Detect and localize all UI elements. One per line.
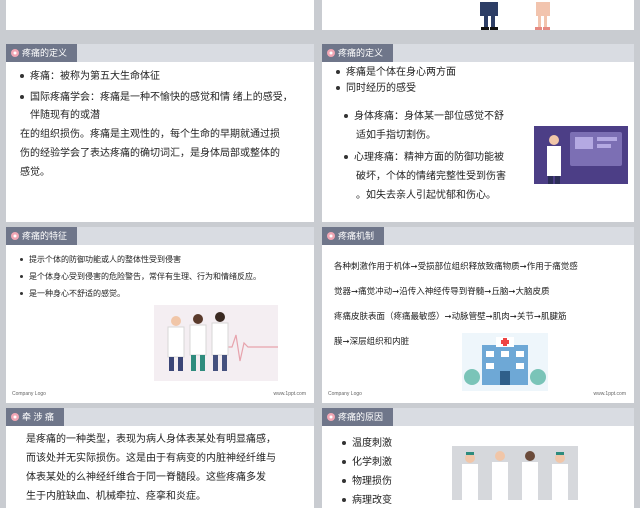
slide-header: 牵 涉 痛 [6, 408, 314, 426]
bullet-line: 心理疼痛：精神方面的防御功能被 [344, 149, 504, 166]
slide-definition-2: 疼痛的定义 疼痛是个体在身心两方面 同时经历的感受 身体疼痛：身体某一部位感觉不… [322, 44, 634, 222]
slide-header: 疼痛的定义 [322, 44, 634, 62]
flower-icon [11, 232, 19, 240]
text-line: 疼痛皮肤表面（疼痛最敏感）➞动脉管壁➞肌肉➞关节➞肌腱筋 [334, 311, 567, 321]
company-logo-text: Company Logo [328, 391, 362, 397]
slide-top-right [322, 0, 634, 30]
slide-header: 疼痛的特征 [6, 227, 314, 245]
text-line: 适如手指切割伤。 [356, 130, 436, 141]
bullet-line: 物理损伤 [342, 473, 392, 490]
bullet-line: 是个体身心受到侵害的危险警告，常伴有生理、行为和情绪反应。 [20, 270, 261, 284]
bullet-line: 提示个体的防御功能或人的整体性受到侵害 [20, 253, 181, 267]
text-line: 体表某处的么神经纤维合于同一脊髓段。这些疼痛多发 [26, 472, 266, 483]
bullet-line: 温度刺激 [342, 435, 392, 452]
company-logo-text: Company Logo [12, 391, 46, 397]
slide-causes: 疼痛的原因 温度刺激 化学刺激 物理损伤 病理改变 [322, 408, 634, 508]
footer-url: www.1ppt.com [273, 391, 306, 397]
slide-title: 疼痛的特征 [6, 227, 78, 245]
hospital-illustration [462, 333, 548, 391]
doctor-screen-illustration [534, 126, 628, 184]
flower-icon [11, 49, 19, 57]
text-line: 在的组织损伤。疼痛是主观性的，每个生命的早期就通过损 [20, 129, 280, 140]
bullet-line: 疼痛：被称为第五大生命体征 [20, 68, 160, 85]
text-line: 伴随现有的或潜 [30, 110, 100, 121]
text-line: 觉器➞痛觉冲动➞沿传入神经传导到脊髓➞丘脑➞大脑皮质 [334, 286, 550, 296]
slide-characteristics: 疼痛的特征 提示个体的防御功能或人的整体性受到侵害 是个体身心受到侵害的危险警告… [6, 227, 314, 403]
bullet-line: 是一种身心不舒适的感觉。 [20, 287, 125, 301]
medical-team-illustration [154, 305, 278, 381]
slide-definition-1: 疼痛的定义 疼痛：被称为第五大生命体征 国际疼痛学会：疼痛是一种不愉快的感觉和情… [6, 44, 314, 222]
text-line: 生于内脏缺血、机械牵拉、痉挛和炎症。 [26, 491, 206, 502]
slide-title: 疼痛的原因 [322, 408, 394, 426]
text-line: 感觉。 [20, 167, 50, 178]
flower-icon [327, 49, 335, 57]
doctors-illustration [480, 2, 550, 30]
text-line: 各种刺激作用于机体➞受损部位组织释放致痛物质➞作用于痛觉感 [334, 261, 578, 271]
text-line: 膜➞深层组织和内脏 [334, 336, 410, 346]
bullet-line: 病理改变 [342, 492, 392, 508]
slide-title: 疼痛的定义 [6, 44, 78, 62]
slide-header: 疼痛的原因 [322, 408, 634, 426]
slide-title: 疼痛的定义 [322, 44, 394, 62]
slide-mechanism: 疼痛机制 各种刺激作用于机体➞受损部位组织释放致痛物质➞作用于痛觉感 觉器➞痛觉… [322, 227, 634, 403]
flower-icon [11, 413, 19, 421]
bullet-line: 国际疼痛学会：疼痛是一种不愉快的感觉和情 绪上的感受， [20, 89, 293, 106]
flower-icon [327, 232, 335, 240]
slide-top-left [6, 0, 314, 30]
flower-icon [327, 413, 335, 421]
footer-url: www.1ppt.com [593, 391, 626, 397]
text-line: 是疼痛的一种类型，表现为病人身体表某处有明显痛感， [26, 434, 276, 445]
bullet-line: 身体疼痛：身体某一部位感觉不舒 [344, 108, 504, 125]
bullet-line: 同时经历的感受 [336, 80, 416, 97]
bullet-line: 化学刺激 [342, 454, 392, 471]
text-line: 伤的经验学会了表达疼痛的确切词汇，是身体局部或整体的 [20, 148, 280, 159]
slide-header: 疼痛机制 [322, 227, 634, 245]
slide-referred-pain: 牵 涉 痛 是疼痛的一种类型，表现为病人身体表某处有明显痛感， 而该处并无实际损… [6, 408, 314, 508]
slide-header: 疼痛的定义 [6, 44, 314, 62]
slide-title: 牵 涉 痛 [6, 408, 65, 426]
text-line: 破坏，个体的情绪完整性受到伤害 [356, 171, 506, 182]
slide-title: 疼痛机制 [322, 227, 385, 245]
text-line: 。如失去亲人引起忧郁和伤心。 [356, 190, 496, 201]
text-line: 而该处并无实际损伤。这是由于有病变的内脏神经纤维与 [26, 453, 276, 464]
bullet-line: 疼痛是个体在身心两方面 [336, 64, 456, 81]
doctors-group-illustration [452, 446, 578, 500]
